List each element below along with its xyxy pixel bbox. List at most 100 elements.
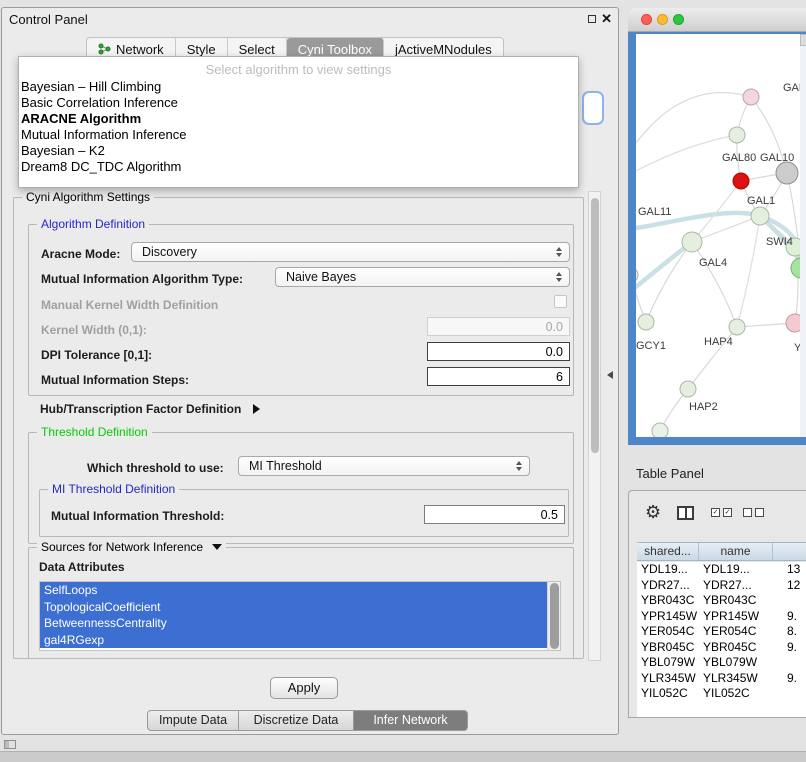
node-label: GAL8 [783, 82, 800, 94]
table-row[interactable]: YBL079WYBL079W [637, 655, 806, 671]
restore-panel-icon[interactable] [4, 740, 16, 749]
data-attribute-item[interactable]: TopologicalCoefficient [40, 599, 547, 616]
close-traffic-light-icon[interactable] [641, 14, 652, 25]
close-icon[interactable]: ✕ [601, 11, 612, 27]
table-row[interactable]: YPR145WYPR145W9. [637, 609, 806, 625]
network-canvas[interactable]: GAL8GAL80GAL10GAL11GAL1SWI4GAL4GCY1HAP4Y… [636, 34, 800, 437]
node-label: GAL1 [747, 195, 775, 207]
group-title: MI Threshold Definition [48, 482, 179, 496]
data-attributes-label: Data Attributes [39, 560, 125, 574]
network-view-window: GAL8GAL80GAL10GAL11GAL1SWI4GAL4GCY1HAP4Y… [628, 8, 806, 445]
algorithm-option[interactable]: Bayesian – K2 [19, 143, 578, 159]
algorithm-definition-group: Algorithm Definition Aracne Mode: Discov… [28, 224, 574, 396]
network-node[interactable] [791, 258, 800, 278]
tab-infer-network[interactable]: Infer Network [353, 710, 468, 731]
kernel-width-field[interactable]: 0.0 [427, 317, 570, 336]
table-panel-window: ⚙ ✓✓ shared... name YDL19...YDL19...13YD… [628, 490, 806, 718]
network-node[interactable] [680, 381, 696, 397]
settings-scrollbar[interactable] [588, 191, 601, 661]
table-body: YDL19...YDL19...13YDR27...YDR27...12YBR0… [637, 562, 806, 717]
node-label: GAL10 [760, 152, 794, 164]
list-scrollbar[interactable] [547, 582, 560, 650]
table-row[interactable]: YER054CYER054C8. [637, 624, 806, 640]
select-all-icon[interactable]: ✓✓ [711, 508, 732, 517]
tab-label: Style [187, 42, 216, 57]
network-window-titlebar[interactable] [628, 8, 806, 32]
network-node[interactable] [751, 207, 769, 225]
sources-toggle[interactable]: Sources for Network Inference [37, 540, 226, 554]
algorithm-option[interactable]: Dream8 DC_TDC Algorithm [19, 159, 578, 175]
gear-icon[interactable]: ⚙ [645, 502, 661, 523]
stepper-icon [556, 272, 562, 282]
algorithm-option[interactable]: ARACNE Algorithm [19, 111, 578, 127]
mi-type-combobox[interactable]: Naive Bayes [275, 267, 570, 287]
zoom-traffic-light-icon[interactable] [673, 14, 684, 25]
table-row[interactable]: YLR345WYLR345W9. [637, 671, 806, 687]
algorithm-option[interactable]: Basic Correlation Inference [19, 95, 578, 111]
algorithm-option[interactable]: Bayesian – Hill Climbing [19, 79, 578, 95]
algorithm-popup-list: Bayesian – Hill ClimbingBasic Correlatio… [19, 79, 578, 175]
network-node[interactable] [743, 89, 759, 105]
table-row[interactable]: YBR045CYBR045C9. [637, 640, 806, 656]
tab-label: Cyni Toolbox [298, 42, 372, 57]
network-node[interactable] [638, 314, 654, 330]
network-node[interactable] [776, 162, 798, 184]
splitpane-collapse-icon[interactable] [607, 371, 613, 379]
data-attribute-item[interactable]: gal4RGexp [40, 632, 547, 649]
status-strip [0, 751, 806, 762]
node-label: SWI4 [766, 236, 793, 248]
which-threshold-combobox[interactable]: MI Threshold [238, 456, 530, 476]
combobox-value: Naive Bayes [286, 270, 356, 284]
network-node[interactable] [786, 314, 800, 332]
expand-arrow-icon [253, 404, 260, 414]
network-node[interactable] [733, 173, 749, 189]
table-row[interactable]: YDL19...YDL19...13 [637, 562, 806, 578]
tab-impute-data[interactable]: Impute Data [147, 710, 239, 731]
tab-discretize-data[interactable]: Discretize Data [238, 710, 354, 731]
column-header-name[interactable]: name [699, 543, 773, 560]
network-node[interactable] [636, 267, 638, 283]
node-label: GCY1 [636, 340, 666, 352]
group-title: Cyni Algorithm Settings [22, 190, 154, 204]
stepper-icon [556, 247, 562, 257]
deselect-all-icon[interactable] [743, 508, 764, 517]
float-panel-icon[interactable] [588, 15, 596, 23]
mi-steps-field[interactable]: 6 [427, 367, 570, 386]
mi-type-label: Mutual Information Algorithm Type: [41, 272, 243, 286]
apply-button[interactable]: Apply [270, 677, 338, 699]
node-label: HAP4 [704, 336, 733, 348]
node-label: GAL80 [722, 152, 756, 164]
manual-kernel-label: Manual Kernel Width Definition [41, 298, 218, 312]
column-header-clipped[interactable] [773, 543, 806, 560]
network-canvas-scroll-strip[interactable] [800, 34, 806, 437]
table-row[interactable]: YDR27...YDR27...12 [637, 578, 806, 594]
network-node[interactable] [682, 232, 702, 252]
table-row[interactable]: YBR043CYBR043C [637, 593, 806, 609]
kernel-width-label: Kernel Width (0,1): [41, 323, 147, 337]
mi-threshold-field[interactable]: 0.5 [424, 505, 565, 524]
mi-steps-label: Mutual Information Steps: [41, 373, 189, 387]
node-label: GAL4 [699, 257, 727, 269]
algorithm-option[interactable]: Mutual Information Inference [19, 127, 578, 143]
hub-definition-toggle[interactable]: Hub/Transcription Factor Definition [40, 402, 260, 416]
network-node[interactable] [729, 319, 745, 335]
dpi-tolerance-field[interactable]: 0.0 [427, 342, 570, 361]
network-edge [636, 93, 751, 154]
manual-kernel-checkbox[interactable] [554, 295, 567, 308]
network-edge [646, 242, 692, 322]
node-label: HAP2 [689, 401, 718, 413]
minimize-traffic-light-icon[interactable] [657, 14, 668, 25]
control-panel-window: Control Panel ✕ Network Style Select [1, 7, 619, 735]
network-node[interactable] [729, 127, 745, 143]
column-header-shared-name[interactable]: shared... [637, 543, 699, 560]
aracne-mode-combobox[interactable]: Discovery [131, 242, 570, 262]
columns-icon[interactable] [677, 506, 694, 520]
desktop: Control Panel ✕ Network Style Select [0, 0, 806, 762]
algorithm-popup: Select algorithm to view settings Bayesi… [18, 56, 579, 188]
data-attribute-item[interactable]: SelfLoops [40, 582, 547, 599]
network-node[interactable] [652, 423, 668, 437]
data-attribute-item[interactable]: BetweennessCentrality [40, 615, 547, 632]
table-row[interactable]: YIL052CYIL052C [637, 686, 806, 702]
algorithm-combobox-fragment[interactable] [582, 91, 604, 125]
mi-threshold-label: Mutual Information Threshold: [51, 509, 224, 523]
